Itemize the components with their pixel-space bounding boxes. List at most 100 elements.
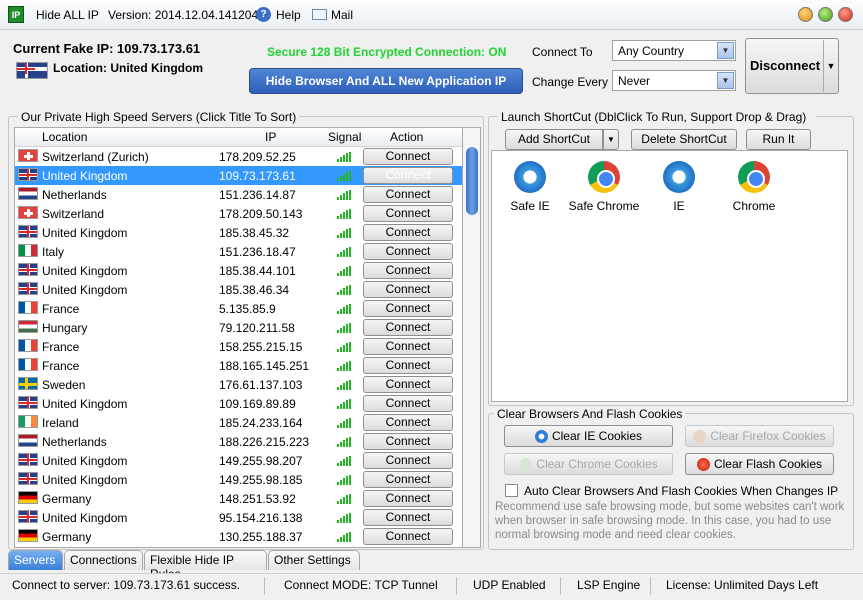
row-location: United Kingdom [42, 473, 128, 487]
server-table: Location IP Signal Action Switzerland (Z… [14, 127, 463, 548]
connect-button[interactable]: Connect [363, 167, 453, 184]
maximize-button[interactable] [818, 7, 833, 22]
row-ip: 95.154.216.138 [219, 511, 303, 525]
shortcut-safe-chrome[interactable]: Safe Chrome [564, 161, 644, 213]
table-row[interactable]: Switzerland 178.209.50.143 Connect [15, 204, 462, 223]
connect-button[interactable]: Connect [363, 395, 453, 412]
delete-shortcut-button[interactable]: Delete ShortCut [631, 129, 737, 150]
add-shortcut-button[interactable]: Add ShortCut [505, 129, 603, 150]
change-every-select[interactable]: Never ▼ [612, 70, 736, 91]
connect-button[interactable]: Connect [363, 300, 453, 317]
close-button[interactable] [838, 7, 853, 22]
server-rows: Switzerland (Zurich) 178.209.52.25 Connect… [15, 147, 462, 546]
clear-ie-button[interactable]: Clear IE Cookies [504, 425, 673, 447]
add-shortcut-dropdown-icon[interactable]: ▼ [603, 129, 619, 150]
row-ip: 158.255.215.15 [219, 340, 303, 354]
clear-chrome-button[interactable]: Clear Chrome Cookies [504, 453, 673, 475]
connect-button[interactable]: Connect [363, 490, 453, 507]
tab-servers[interactable]: Servers [8, 550, 63, 570]
table-row[interactable]: Germany 148.251.53.92 Connect [15, 489, 462, 508]
clear-flash-button[interactable]: Clear Flash Cookies [685, 453, 834, 475]
connect-button[interactable]: Connect [363, 509, 453, 526]
tab-flexible-rules[interactable]: Flexible Hide IP Rules [144, 550, 267, 581]
connect-button[interactable]: Connect [363, 414, 453, 431]
connect-button[interactable]: Connect [363, 224, 453, 241]
app-version: Version: 2014.12.04.141204 [108, 8, 259, 22]
servers-title[interactable]: Our Private High Speed Servers (Click Ti… [18, 110, 300, 124]
column-ip[interactable]: IP [265, 130, 276, 144]
table-row[interactable]: Sweden 176.61.137.103 Connect [15, 375, 462, 394]
table-row[interactable]: United Kingdom 185.38.44.101 Connect [15, 261, 462, 280]
table-row[interactable]: United Kingdom 109.169.89.89 Connect [15, 394, 462, 413]
shortcut-chrome[interactable]: Chrome [714, 161, 794, 213]
scrollbar-thumb[interactable] [466, 147, 478, 215]
table-row[interactable]: France 158.255.215.15 Connect [15, 337, 462, 356]
row-ip: 151.236.18.47 [219, 245, 296, 259]
row-ip: 109.73.173.61 [219, 169, 296, 183]
connect-button[interactable]: Connect [363, 262, 453, 279]
uk-flag-icon [18, 263, 38, 276]
table-row[interactable]: Netherlands 151.236.14.87 Connect [15, 185, 462, 204]
table-row[interactable]: United Kingdom 95.154.216.138 Connect [15, 508, 462, 527]
table-row[interactable]: Switzerland (Zurich) 178.209.52.25 Connect [15, 147, 462, 166]
table-row[interactable]: United Kingdom 185.38.45.32 Connect [15, 223, 462, 242]
column-signal[interactable]: Signal [328, 130, 361, 144]
table-row[interactable]: United Kingdom 149.255.98.207 Connect [15, 451, 462, 470]
shortcut-ie[interactable]: IE [639, 161, 719, 213]
change-every-label: Change Every [532, 75, 609, 89]
mail-icon[interactable] [312, 9, 327, 20]
help-icon[interactable]: ? [256, 7, 271, 22]
row-location: Switzerland (Zurich) [42, 150, 149, 164]
table-row[interactable]: United Kingdom 149.255.98.185 Connect [15, 470, 462, 489]
connect-button[interactable]: Connect [363, 376, 453, 393]
chevron-down-icon: ▼ [717, 72, 734, 89]
connect-button[interactable]: Connect [363, 433, 453, 450]
connect-button[interactable]: Connect [363, 357, 453, 374]
tab-other-settings[interactable]: Other Settings [268, 550, 360, 570]
table-row[interactable]: Italy 151.236.18.47 Connect [15, 242, 462, 261]
connect-button[interactable]: Connect [363, 148, 453, 165]
help-link[interactable]: Help [276, 8, 301, 22]
run-it-button[interactable]: Run It [746, 129, 811, 150]
table-row[interactable]: United Kingdom 109.73.173.61 Connect [15, 166, 462, 185]
ie-icon [514, 161, 546, 193]
connect-button[interactable]: Connect [363, 319, 453, 336]
connect-button[interactable]: Connect [363, 471, 453, 488]
disconnect-dropdown-icon[interactable]: ▼ [823, 40, 838, 92]
column-location[interactable]: Location [42, 130, 87, 144]
table-row[interactable]: Ireland 185.24.233.164 Connect [15, 413, 462, 432]
connect-to-select[interactable]: Any Country ▼ [612, 40, 736, 61]
connect-button[interactable]: Connect [363, 528, 453, 545]
clear-firefox-label: Clear Firefox Cookies [710, 429, 826, 443]
table-row[interactable]: United Kingdom 185.38.46.34 Connect [15, 280, 462, 299]
column-action[interactable]: Action [390, 130, 423, 144]
table-row[interactable]: Germany 130.255.188.37 Connect [15, 527, 462, 546]
row-location: Germany [42, 530, 92, 544]
row-location: United Kingdom [42, 264, 128, 278]
table-row[interactable]: France 5.135.85.9 Connect [15, 299, 462, 318]
connect-button[interactable]: Connect [363, 205, 453, 222]
ch-flag-icon [18, 149, 38, 162]
auto-clear-checkbox[interactable] [505, 484, 518, 497]
row-ip: 185.38.44.101 [219, 264, 296, 278]
signal-icon [337, 285, 351, 295]
uk-flag-icon [18, 168, 38, 181]
firefox-icon [693, 430, 707, 444]
connect-button[interactable]: Connect [363, 452, 453, 469]
table-row[interactable]: Hungary 79.120.211.58 Connect [15, 318, 462, 337]
table-row[interactable]: Netherlands 188.226.215.223 Connect [15, 432, 462, 451]
tab-connections[interactable]: Connections [64, 550, 143, 570]
mail-link[interactable]: Mail [331, 8, 353, 22]
row-ip: 151.236.14.87 [219, 188, 296, 202]
hide-browser-button[interactable]: Hide Browser And ALL New Application IP [249, 68, 523, 94]
table-row[interactable]: France 188.165.145.251 Connect [15, 356, 462, 375]
connect-button[interactable]: Connect [363, 243, 453, 260]
shortcut-safe-ie[interactable]: Safe IE [490, 161, 570, 213]
connect-button[interactable]: Connect [363, 186, 453, 203]
auto-clear-label[interactable]: Auto Clear Browsers And Flash Cookies Wh… [524, 484, 838, 498]
clear-ie-label: Clear IE Cookies [551, 429, 643, 443]
minimize-button[interactable] [798, 7, 813, 22]
clear-firefox-button[interactable]: Clear Firefox Cookies [685, 425, 834, 447]
connect-button[interactable]: Connect [363, 281, 453, 298]
connect-button[interactable]: Connect [363, 338, 453, 355]
